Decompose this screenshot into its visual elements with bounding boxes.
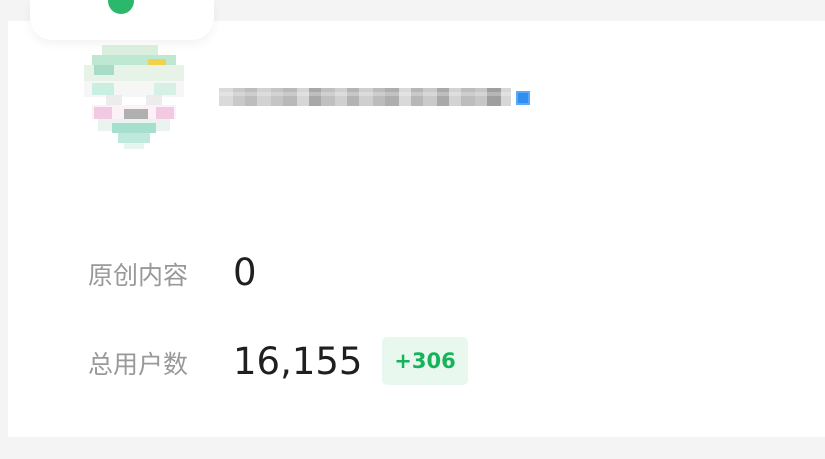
page-canvas: 原创内容 0 总用户数 16,155 +306	[0, 0, 825, 459]
pixelated-avatar-icon	[84, 45, 184, 149]
original-content-value: 0	[233, 251, 257, 294]
original-content-label: 原创内容	[88, 261, 189, 290]
verified-badge-icon	[516, 91, 530, 105]
avatar[interactable]	[84, 45, 184, 149]
total-users-value: 16,155	[233, 340, 363, 383]
total-users-delta-badge: +306	[382, 337, 468, 385]
total-users-label: 总用户数	[88, 350, 189, 379]
status-dot-icon	[108, 0, 134, 22]
nickname-redacted[interactable]	[219, 82, 533, 112]
account-status-pill[interactable]	[30, 0, 214, 40]
